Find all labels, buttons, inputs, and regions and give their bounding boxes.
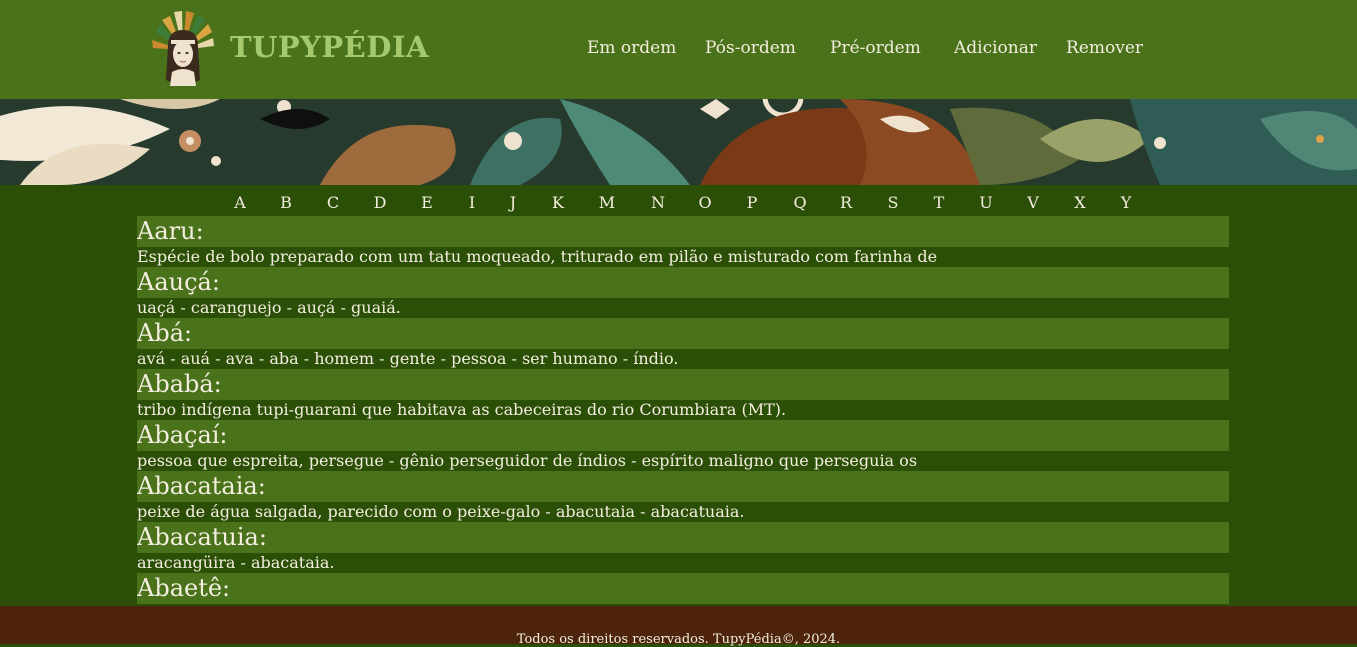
letter-link[interactable]: A [228,193,252,212]
nav-pre-ordem[interactable]: Pré-ordem [830,38,921,58]
letter-link[interactable]: B [274,193,298,212]
list-item: Abaetê: [137,573,1229,606]
alphabet-index: A B C D E I J K M N O P Q R S T U V X Y [0,193,1357,215]
letter-link[interactable]: K [546,193,570,212]
main-nav: Em ordem Pós-ordem Pré-ordem Adicionar R… [0,38,1357,62]
list-item: Aaru: Espécie de bolo preparado com um t… [137,216,1229,267]
letter-link[interactable]: C [321,193,345,212]
entry-term[interactable]: Aaru: [137,216,1229,247]
nav-em-ordem[interactable]: Em ordem [587,38,676,58]
jungle-pattern-image [0,99,1357,185]
letter-link[interactable]: T [927,193,951,212]
nav-remover[interactable]: Remover [1066,38,1143,58]
entry-definition: avá - auá - ava - aba - homem - gente - … [137,349,679,368]
letter-link[interactable]: U [974,193,998,212]
entry-term[interactable]: Abacatuia: [137,522,1229,553]
letter-link[interactable]: I [460,193,484,212]
entry-term[interactable]: Abacataia: [137,471,1229,502]
entry-term[interactable]: Abaetê: [137,573,1229,604]
nav-pos-ordem[interactable]: Pós-ordem [705,38,796,58]
letter-link[interactable]: J [501,193,525,212]
letter-link[interactable]: R [834,193,858,212]
entry-definition: aracangüira - abacataia. [137,553,335,572]
nav-adicionar[interactable]: Adicionar [954,38,1037,58]
list-item: Abá: avá - auá - ava - aba - homem - gen… [137,318,1229,369]
letter-link[interactable]: Y [1114,193,1138,212]
letter-link[interactable]: O [693,193,717,212]
entry-definition: pessoa que espreita, persegue - gênio pe… [137,451,918,470]
entry-definition: Espécie de bolo preparado com um tatu mo… [137,247,938,266]
list-item: Aauçá: uaçá - caranguejo - auçá - guaiá. [137,267,1229,318]
list-item: Abacatuia: aracangüira - abacataia. [137,522,1229,573]
letter-link[interactable]: D [368,193,392,212]
letter-link[interactable]: P [740,193,764,212]
decorative-banner [0,99,1357,185]
list-item: Ababá: tribo indígena tupi-guarani que h… [137,369,1229,420]
entry-term[interactable]: Abá: [137,318,1229,349]
list-item: Abaçaí: pessoa que espreita, persegue - … [137,420,1229,471]
copyright-text: Todos os direitos reservados. TupyPédia©… [516,632,841,647]
letter-link[interactable]: M [595,193,619,212]
site-header: TUPYPÉDIA Em ordem Pós-ordem Pré-ordem A… [0,0,1357,99]
list-item: Abacataia: peixe de água salgada, pareci… [137,471,1229,522]
letter-link[interactable]: X [1068,193,1092,212]
letter-link[interactable]: E [415,193,439,212]
entry-definition: tribo indígena tupi-guarani que habitava… [137,400,787,419]
entry-term[interactable]: Ababá: [137,369,1229,400]
entry-definition: uaçá - caranguejo - auçá - guaiá. [137,298,401,317]
letter-link[interactable]: Q [788,193,812,212]
letter-link[interactable]: N [646,193,670,212]
letter-link[interactable]: S [881,193,905,212]
entry-term[interactable]: Aauçá: [137,267,1229,298]
letter-link[interactable]: V [1021,193,1045,212]
site-footer: Todos os direitos reservados. TupyPédia©… [0,606,1357,647]
entry-term[interactable]: Abaçaí: [137,420,1229,451]
entry-definition: peixe de água salgada, parecido com o pe… [137,502,745,521]
entry-list: Aaru: Espécie de bolo preparado com um t… [137,216,1229,606]
